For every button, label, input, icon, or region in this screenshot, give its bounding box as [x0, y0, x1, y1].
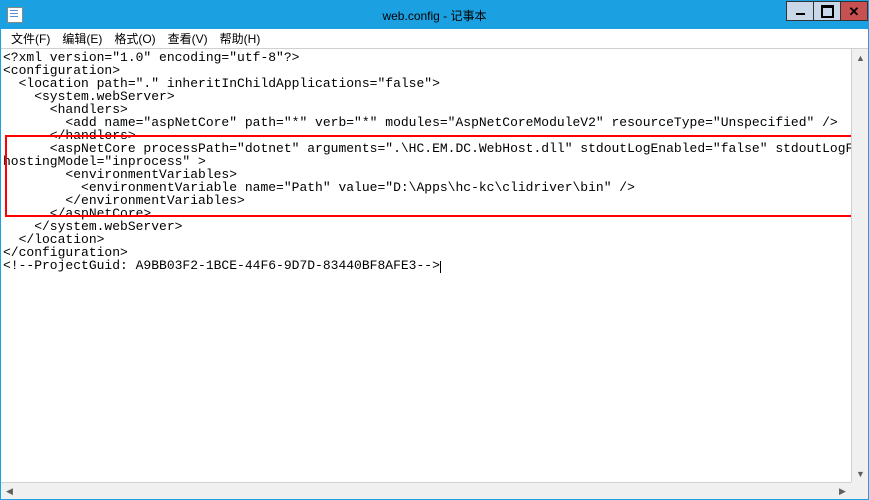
menubar: 文件(F) 编辑(E) 格式(O) 查看(V) 帮助(H)	[1, 29, 868, 49]
menu-edit[interactable]: 编辑(E)	[56, 28, 108, 49]
notepad-window: web.config - 记事本 ✕ 文件(F) 编辑(E) 格式(O) 查看(…	[0, 0, 869, 500]
vertical-scrollbar[interactable]: ▲ ▼	[851, 49, 868, 482]
content-area: <?xml version="1.0" encoding="utf-8"?> <…	[1, 49, 868, 499]
titlebar[interactable]: web.config - 记事本 ✕	[1, 1, 868, 29]
menu-format[interactable]: 格式(O)	[108, 28, 161, 49]
text-content[interactable]: <?xml version="1.0" encoding="utf-8"?> <…	[1, 49, 868, 275]
menu-help[interactable]: 帮助(H)	[214, 28, 267, 49]
text-cursor	[440, 261, 441, 273]
window-controls: ✕	[787, 1, 868, 21]
scroll-up-icon[interactable]: ▲	[852, 49, 868, 66]
scroll-right-icon[interactable]: ▶	[834, 483, 851, 499]
scroll-down-icon[interactable]: ▼	[852, 465, 868, 482]
close-button[interactable]: ✕	[840, 1, 868, 21]
scroll-track-horizontal[interactable]	[18, 483, 834, 499]
text-scroll[interactable]: <?xml version="1.0" encoding="utf-8"?> <…	[1, 49, 868, 499]
scroll-track-vertical[interactable]	[852, 66, 868, 465]
horizontal-scrollbar[interactable]: ◀ ▶	[1, 482, 851, 499]
minimize-button[interactable]	[786, 1, 814, 21]
menu-file[interactable]: 文件(F)	[5, 28, 56, 49]
window-title: web.config - 记事本	[1, 7, 868, 24]
scroll-left-icon[interactable]: ◀	[1, 483, 18, 499]
app-icon	[7, 7, 23, 23]
menu-view[interactable]: 查看(V)	[162, 28, 214, 49]
maximize-button[interactable]	[813, 1, 841, 21]
scrollbar-corner	[851, 482, 868, 499]
